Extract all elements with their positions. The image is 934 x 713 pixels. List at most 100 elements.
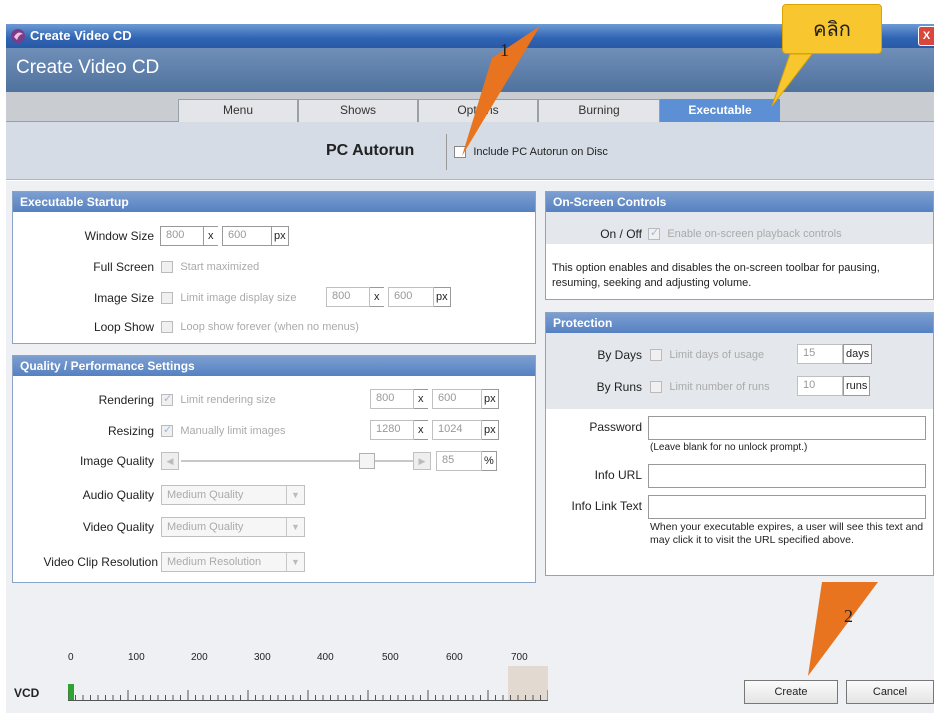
resizing-row: Manually limit images: [161, 423, 286, 437]
full-screen-row: Start maximized: [161, 259, 259, 273]
ruler-tick-label: 100: [128, 652, 145, 663]
audio-quality-label: Audio Quality: [82, 488, 154, 502]
app-logo-icon: [10, 28, 26, 44]
limit-runs-label: Limit number of runs: [669, 381, 770, 393]
slider-right-icon[interactable]: ▶: [413, 452, 431, 470]
by-runs-label: By Runs: [596, 380, 642, 394]
days-input[interactable]: 15: [797, 344, 843, 364]
cancel-button[interactable]: Cancel: [846, 680, 934, 704]
include-autorun-checkbox[interactable]: [454, 145, 466, 158]
loop-show-checkbox[interactable]: [161, 320, 173, 333]
close-icon[interactable]: X: [918, 26, 934, 46]
tab-options[interactable]: Options: [418, 99, 538, 122]
video-quality-select[interactable]: Medium Quality ▼: [161, 517, 305, 537]
info-link-hint: When your executable expires, a user wil…: [650, 521, 924, 546]
tab-bar: Menu Shows Options Burning Executable: [6, 92, 934, 122]
tab-shows[interactable]: Shows: [298, 99, 418, 122]
ruler-tick-label: 400: [317, 652, 334, 663]
ruler-tick-label: 300: [254, 652, 271, 663]
enable-controls-checkbox[interactable]: [648, 226, 660, 240]
video-clip-resolution-value: Medium Resolution: [167, 556, 262, 568]
enable-controls-label: Enable on-screen playback controls: [667, 228, 842, 240]
image-quality-label: Image Quality: [79, 454, 154, 468]
onscreen-description: This option enables and disables the on-…: [552, 262, 880, 289]
manually-limit-checkbox[interactable]: [161, 423, 173, 437]
window-size-x: x: [204, 226, 218, 246]
tab-menu[interactable]: Menu: [178, 99, 298, 122]
ruler-tick-label: 600: [446, 652, 463, 663]
image-quality-slider[interactable]: ◀ ▶: [161, 451, 433, 471]
executable-startup-heading: Executable Startup: [13, 192, 535, 212]
resizing-width-input[interactable]: 1280: [370, 420, 414, 440]
full-screen-label: Full Screen: [93, 260, 154, 274]
onoff-label: On / Off: [600, 227, 642, 241]
slider-left-icon[interactable]: ◀: [161, 452, 179, 470]
rendering-width-input[interactable]: 800: [370, 389, 414, 409]
by-days-label: By Days: [597, 348, 642, 362]
pc-autorun-title: PC Autorun: [326, 142, 415, 159]
info-url-label: Info URL: [594, 468, 642, 482]
limit-image-size-checkbox[interactable]: [161, 291, 173, 304]
create-button[interactable]: Create: [744, 680, 838, 704]
window-height-input[interactable]: 600: [222, 226, 272, 246]
start-maximized-label: Start maximized: [180, 261, 260, 273]
video-quality-label: Video Quality: [82, 520, 154, 534]
start-maximized-checkbox[interactable]: [161, 260, 173, 273]
resizing-height-input[interactable]: 1024: [432, 420, 482, 440]
window-size-unit: px: [272, 226, 289, 246]
window-width-input[interactable]: 800: [160, 226, 204, 246]
capacity-ruler: [68, 666, 548, 710]
info-link-text-input[interactable]: [648, 495, 926, 519]
image-size-row: Limit image display size: [161, 290, 297, 304]
dialog-header: Create Video CD: [6, 48, 934, 92]
info-link-text-label: Info Link Text: [571, 499, 643, 513]
disc-type-label: VCD: [14, 686, 40, 700]
window-title: Create Video CD: [30, 28, 132, 43]
ruler-tick-label: 0: [68, 652, 74, 663]
loop-show-label: Loop Show: [93, 320, 154, 334]
rendering-height-input[interactable]: 600: [432, 389, 482, 409]
image-width-input[interactable]: 800: [326, 287, 370, 307]
rendering-unit: px: [482, 389, 499, 409]
rendering-x: x: [414, 389, 428, 409]
include-autorun-row: Include PC Autorun on Disc: [454, 144, 608, 158]
quality-heading: Quality / Performance Settings: [13, 356, 535, 376]
limit-image-size-label: Limit image display size: [180, 292, 297, 304]
limit-rendering-label: Limit rendering size: [180, 394, 276, 406]
image-quality-value[interactable]: 85: [436, 451, 482, 471]
ruler-tick-label: 700: [511, 652, 528, 663]
password-label: Password: [589, 420, 642, 434]
protection-limits-band: [546, 333, 933, 409]
rendering-label: Rendering: [98, 393, 154, 407]
enable-controls-row: Enable on-screen playback controls: [648, 226, 842, 240]
resizing-unit: px: [482, 420, 499, 440]
chevron-down-icon: ▼: [286, 518, 304, 536]
ruler-tick-label: 500: [382, 652, 399, 663]
ruler-ticks: [68, 690, 548, 700]
runs-input[interactable]: 10: [797, 376, 843, 396]
audio-quality-select[interactable]: Medium Quality ▼: [161, 485, 305, 505]
limit-days-checkbox[interactable]: [650, 348, 662, 361]
chevron-down-icon: ▼: [286, 486, 304, 504]
video-clip-resolution-label: Video Clip Resolution: [43, 555, 158, 569]
step1-number: 1: [500, 40, 509, 60]
loop-show-row: Loop show forever (when no menus): [161, 319, 359, 333]
limit-days-label: Limit days of usage: [669, 349, 765, 361]
tab-burning[interactable]: Burning: [538, 99, 660, 122]
password-input[interactable]: [648, 416, 926, 440]
limit-runs-checkbox[interactable]: [650, 380, 662, 393]
tab-executable[interactable]: Executable: [660, 99, 780, 122]
audio-quality-value: Medium Quality: [167, 489, 244, 501]
include-autorun-label: Include PC Autorun on Disc: [473, 146, 608, 158]
info-url-input[interactable]: [648, 464, 926, 488]
limit-rendering-checkbox[interactable]: [161, 392, 173, 406]
loop-show-checkbox-label: Loop show forever (when no menus): [180, 321, 359, 333]
image-height-input[interactable]: 600: [388, 287, 434, 307]
image-size-label: Image Size: [93, 291, 154, 305]
days-unit: days: [843, 344, 873, 364]
chevron-down-icon: ▼: [286, 553, 304, 571]
image-quality-unit: %: [482, 451, 497, 471]
video-clip-resolution-select[interactable]: Medium Resolution ▼: [161, 552, 305, 572]
slider-thumb[interactable]: [359, 453, 375, 469]
resizing-x: x: [414, 420, 428, 440]
